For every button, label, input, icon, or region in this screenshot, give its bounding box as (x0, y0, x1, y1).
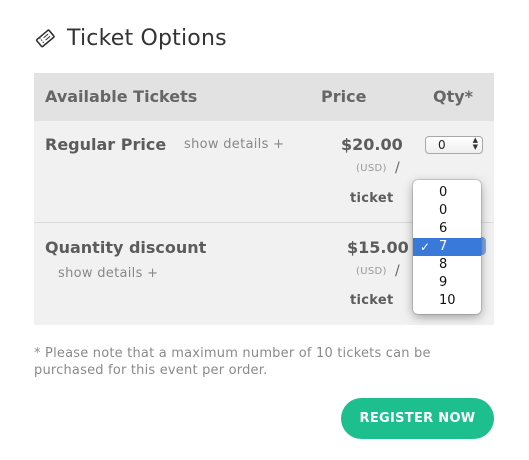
quantity-dropdown-menu[interactable]: 0 0 6 ✓ 7 8 9 10 (413, 180, 481, 314)
dropdown-option[interactable]: 0 (413, 202, 481, 220)
column-header-qty: Qty* (433, 87, 474, 106)
ticket-options-page: Ticket Options Available Tickets Price Q… (0, 0, 529, 460)
currency-label: (USD) (356, 163, 387, 174)
price-unit: ticket (350, 191, 394, 206)
check-icon: ✓ (420, 240, 431, 254)
currency-label: (USD) (356, 266, 387, 277)
quantity-value: 0 (438, 138, 446, 152)
dropdown-option[interactable]: 8 (413, 256, 481, 274)
dropdown-option-selected[interactable]: ✓ 7 (413, 238, 481, 256)
table-header: Available Tickets Price Qty* (34, 73, 494, 121)
dropdown-option[interactable]: 6 (413, 220, 481, 238)
dropdown-option[interactable]: 9 (413, 274, 481, 292)
section-header: Ticket Options (34, 20, 227, 56)
show-details-link[interactable]: show details + (184, 137, 284, 152)
ticket-name: Quantity discount (45, 238, 207, 257)
page-title: Ticket Options (67, 25, 227, 51)
ticket-price: $20.00 (341, 135, 403, 154)
max-tickets-note: * Please note that a maximum number of 1… (34, 346, 431, 378)
ticket-price: $15.00 (347, 238, 409, 257)
ticket-name: Regular Price (45, 135, 167, 154)
show-details-link[interactable]: show details + (58, 266, 158, 281)
register-button[interactable]: REGISTER NOW (341, 398, 494, 439)
select-arrows-icon: ▲ ▼ (472, 136, 478, 151)
dropdown-option[interactable]: 10 (413, 292, 481, 310)
price-slash: / (395, 263, 400, 279)
quantity-select[interactable]: 0 ▲ ▼ (425, 136, 483, 154)
column-header-tickets: Available Tickets (45, 87, 198, 106)
ticket-icon (34, 27, 56, 49)
price-slash: / (395, 160, 400, 176)
column-header-price: Price (321, 87, 367, 106)
dropdown-option[interactable]: 0 (413, 184, 481, 202)
price-unit: ticket (350, 293, 394, 308)
